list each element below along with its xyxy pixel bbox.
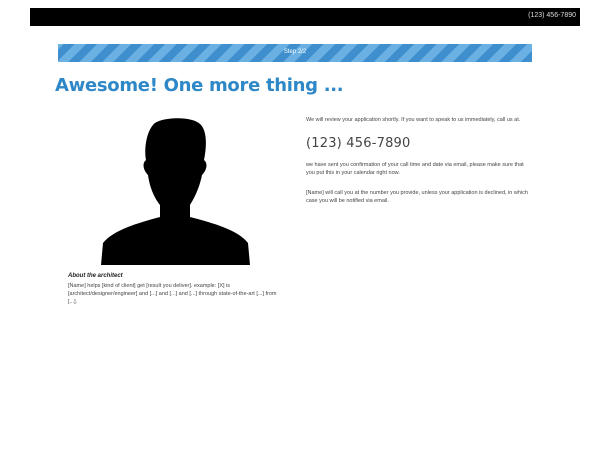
- person-silhouette-icon: [101, 118, 250, 265]
- profile-text: [Name] helps [kind of client] get [resul…: [68, 283, 277, 305]
- info-paragraph-confirmation: we have sent you confirmation of your ca…: [306, 162, 524, 176]
- info-phone[interactable]: (123) 456-7890: [306, 136, 532, 151]
- info-column: We will review your application shortly.…: [306, 116, 532, 217]
- progress-label: Step 2/2: [283, 49, 307, 55]
- profile-caption: About the architect [Name] helps [kind o…: [68, 272, 283, 306]
- info-paragraph-review: We will review your application shortly.…: [306, 117, 521, 123]
- progress-bar: Step 2/2: [58, 44, 532, 62]
- page-headline: Awesome! One more thing ...: [55, 75, 344, 96]
- top-bar: (123) 456-7890: [30, 8, 580, 26]
- avatar: [98, 115, 253, 265]
- header-phone[interactable]: (123) 456-7890: [528, 12, 576, 19]
- profile-title: About the architect: [68, 273, 123, 279]
- info-paragraph-callback: [Name] will call you at the number you p…: [306, 190, 528, 204]
